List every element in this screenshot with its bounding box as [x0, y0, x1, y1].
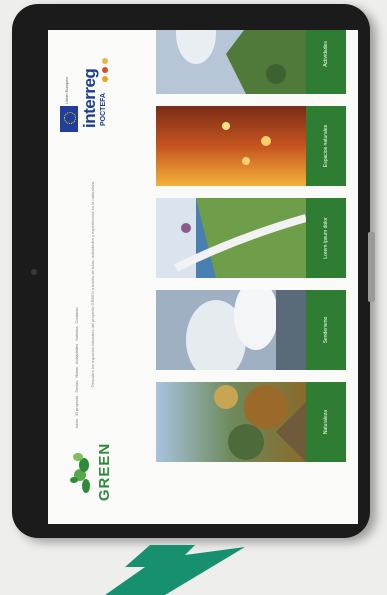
card-band: Actividades [306, 30, 346, 94]
leaf-logo-icon [70, 453, 90, 493]
nav-item[interactable]: El proyecto [74, 396, 79, 416]
arrow-icon [105, 545, 245, 595]
card-route[interactable]: Lorem ipsum dolor [156, 198, 346, 278]
tablet-screen: GREEN Inicio El proyecto Socios Rutas Ac… [48, 30, 358, 524]
card-photo [156, 198, 306, 278]
intro-text: Descubre los espacios naturales del proy… [90, 180, 95, 388]
partner-logos: Unión Europea interreg POCTEFA [58, 44, 118, 134]
nav-item[interactable]: Rutas [74, 367, 79, 377]
card-nature[interactable]: Naturaleza [156, 382, 346, 462]
scene: GREEN Inicio El proyecto Socios Rutas Ac… [0, 0, 387, 595]
nav-item[interactable]: Actividades [74, 344, 79, 364]
card-band: Lorem ipsum dolor [306, 198, 346, 278]
card-label: Senderismo [323, 316, 329, 344]
side-button [368, 232, 375, 302]
card-label: Espacios naturales [323, 124, 329, 168]
card-photo [156, 106, 306, 186]
card-activities[interactable]: Actividades [156, 30, 346, 94]
card-photo [156, 382, 306, 462]
tablet-frame: GREEN Inicio El proyecto Socios Rutas Ac… [12, 4, 370, 538]
interreg-sub: POCTEFA [100, 92, 107, 126]
card-hiking[interactable]: Senderismo [156, 290, 346, 370]
logo-text: GREEN [96, 442, 113, 502]
feature-cards: Naturaleza Senderismo Lorem ipsum dolor … [156, 30, 346, 462]
card-photo [156, 30, 306, 94]
card-photo [156, 290, 306, 370]
eu-label: Unión Europea [64, 77, 69, 104]
nav-item[interactable]: Contacto [74, 307, 79, 323]
camera-icon [31, 269, 37, 275]
nav-item[interactable]: Noticias [74, 326, 79, 340]
card-band: Senderismo [306, 290, 346, 370]
nav-item[interactable]: Inicio [74, 419, 79, 428]
card-spaces[interactable]: Espacios naturales [156, 106, 346, 186]
partner-marks [102, 58, 108, 82]
interreg-logo: interreg [80, 68, 99, 128]
main-nav: Inicio El proyecto Socios Rutas Activida… [74, 307, 79, 428]
card-band: Naturaleza [306, 382, 346, 462]
card-label: Actividades [323, 41, 329, 67]
eu-flag-icon [60, 106, 78, 132]
card-band: Espacios naturales [306, 106, 346, 186]
green-logo[interactable]: GREEN [60, 442, 120, 502]
website: GREEN Inicio El proyecto Socios Rutas Ac… [48, 30, 358, 524]
card-label: Naturaleza [323, 409, 329, 435]
card-label: Lorem ipsum dolor [323, 217, 329, 259]
nav-item[interactable]: Socios [74, 381, 79, 393]
